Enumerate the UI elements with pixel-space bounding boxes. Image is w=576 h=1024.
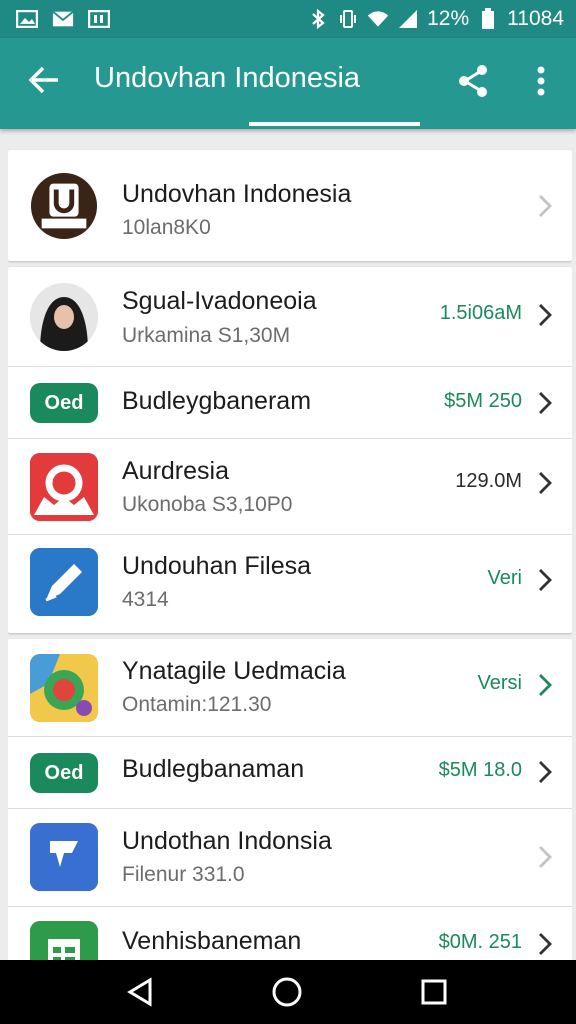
item-value: Veri <box>487 567 522 589</box>
nav-home-button[interactable] <box>269 974 305 1010</box>
list-item[interactable]: Venhisbaneman $0M. 251 <box>8 907 572 960</box>
map-pin-icon <box>30 654 98 722</box>
list-item[interactable]: Undovhan Indonesia 10lan8K0 <box>8 150 572 261</box>
bluetooth-icon <box>307 9 329 29</box>
list-item[interactable]: Undouhan Filesa 4314 Veri <box>8 535 572 633</box>
list-group-1: Undovhan Indonesia 10lan8K0 <box>8 150 572 261</box>
chevron-right-icon <box>539 761 552 783</box>
back-button[interactable] <box>26 62 62 98</box>
chevron-right-icon <box>539 569 552 591</box>
app-bar: Undovhan Indonesia <box>0 38 576 129</box>
clock: 11084 <box>507 7 564 30</box>
item-title: Undovhan Indonesia <box>122 180 352 208</box>
page-title: Undovhan Indonesia <box>94 62 361 94</box>
status-notifications <box>16 10 110 28</box>
arrow-back-icon <box>28 66 58 94</box>
item-title: Aurdresia <box>122 457 229 485</box>
item-title: Ynatagile Uedmacia <box>122 657 346 685</box>
wifi-icon <box>367 10 389 28</box>
item-value: 129.0M <box>455 470 522 492</box>
app-badge-icon: Oed <box>30 753 98 793</box>
system-nav-bar <box>0 960 576 1024</box>
nav-recents-button[interactable] <box>416 974 452 1010</box>
item-value: 1.5i06аM <box>439 302 522 324</box>
item-title: Budlegbanaman <box>122 755 305 783</box>
status-system: 12% 11084 <box>307 7 564 31</box>
blue-pen-icon <box>30 548 98 616</box>
badge-label: Oed <box>30 383 98 423</box>
share-icon <box>459 65 487 97</box>
chevron-right-icon <box>539 392 552 414</box>
mail-notification-icon <box>52 10 74 28</box>
list-item[interactable]: Ynatagile Uedmacia Ontamin:121.30 Versi <box>8 639 572 737</box>
triangle-back-icon <box>127 977 152 1007</box>
list-item[interactable]: Aurdresia Ukonoba S3,10P0 129.0M <box>8 439 572 535</box>
item-subtitle: Ontamin:121.30 <box>122 693 272 716</box>
chevron-right-icon <box>539 304 552 326</box>
overflow-menu-button[interactable] <box>526 62 556 100</box>
circle-home-icon <box>272 977 302 1007</box>
app-notification-icon <box>88 10 110 28</box>
chevron-right-icon <box>539 846 552 868</box>
item-title: Undothan Indonsia <box>122 827 332 855</box>
nav-back-button[interactable] <box>122 974 158 1010</box>
vibrate-icon <box>337 10 359 28</box>
list-item[interactable]: Sgual-Ivadoneoia Urkamina S1,30M 1.5i06а… <box>8 267 572 367</box>
image-notification-icon <box>16 10 38 28</box>
list-item[interactable]: Oed Budleygbaneram $5M 250 <box>8 367 572 439</box>
app-list: Undovhan Indonesia 10lan8K0 Sgual-Ivadon… <box>8 138 572 960</box>
item-subtitle: 4314 <box>122 588 169 611</box>
item-subtitle: 10lan8K0 <box>122 216 211 239</box>
signal-icon <box>397 10 419 28</box>
tab-indicator <box>249 122 420 126</box>
item-value: Versi <box>477 672 522 694</box>
item-value: $5M 18.0 <box>438 759 522 781</box>
u-badge-logo-icon <box>30 172 98 240</box>
list-group-3: Ynatagile Uedmacia Ontamin:121.30 Versi … <box>8 639 572 960</box>
app-badge-icon: Oed <box>30 383 98 423</box>
red-camera-icon <box>30 453 98 521</box>
item-title: Venhisbaneman <box>122 927 302 955</box>
badge-label: Oed <box>30 753 98 793</box>
chevron-right-icon <box>539 472 552 494</box>
square-recents-icon <box>421 979 447 1005</box>
chevron-right-icon <box>539 195 552 217</box>
chevron-right-icon <box>539 933 552 955</box>
blue-flag-icon <box>30 823 98 891</box>
item-value: $5M 250 <box>444 390 522 412</box>
item-subtitle: Ukonoba S3,10P0 <box>122 493 293 516</box>
list-item[interactable]: Oed Budlegbanaman $5M 18.0 <box>8 737 572 809</box>
item-value: $0M. 251 <box>438 931 522 953</box>
item-subtitle: Urkamina S1,30M <box>122 324 291 347</box>
item-subtitle: Filenur 331.0 <box>122 863 245 886</box>
share-button[interactable] <box>455 62 491 100</box>
user-avatar-icon <box>30 283 98 351</box>
green-sheet-icon <box>30 921 98 960</box>
more-vert-icon <box>537 66 545 96</box>
list-group-2: Sgual-Ivadoneoia Urkamina S1,30M 1.5i06а… <box>8 267 572 633</box>
item-title: Budleygbaneram <box>122 387 312 415</box>
battery-icon <box>477 8 499 29</box>
battery-percent: 12% <box>427 7 470 30</box>
chevron-right-icon <box>539 674 552 696</box>
status-bar: 12% 11084 <box>0 0 576 38</box>
list-item[interactable]: Undothan Indonsia Filenur 331.0 <box>8 809 572 907</box>
item-title: Sgual-Ivadoneoia <box>122 287 317 315</box>
item-title: Undouhan Filesa <box>122 552 312 580</box>
